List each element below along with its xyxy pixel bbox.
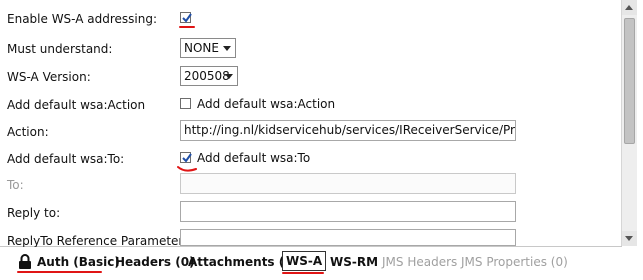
chevron-down-icon (223, 46, 231, 51)
checkmark-icon (182, 13, 192, 23)
must-understand-value: NONE (184, 41, 219, 55)
enable-wsa-label: Enable WS-A addressing: (7, 12, 158, 26)
replyto-ref-label: ReplyTo Reference Parameters: (7, 234, 194, 248)
tab-wsa[interactable]: WS-A (282, 251, 327, 271)
add-to-checkbox-label[interactable]: Add default wsa:To (197, 151, 310, 165)
scroll-down-button[interactable] (622, 231, 637, 246)
vertical-scrollbar[interactable] (621, 0, 637, 246)
scroll-thumb[interactable] (624, 18, 635, 144)
must-understand-label: Must understand: (7, 42, 113, 56)
wsa-settings-panel: Enable WS-A addressing: Must understand:… (0, 0, 622, 248)
reply-to-input[interactable] (180, 201, 516, 222)
arrow-up-icon (625, 5, 633, 10)
add-to-checkbox[interactable] (180, 152, 192, 163)
arrow-down-icon (625, 236, 633, 241)
to-input[interactable] (180, 173, 516, 194)
action-input[interactable]: http://ing.nl/kidservicehub/services/IRe… (180, 120, 516, 141)
wsa-version-select[interactable]: 200508 (180, 66, 238, 86)
checkmark-icon (182, 153, 192, 163)
red-underline-annotation (179, 26, 195, 28)
chevron-down-icon (225, 74, 233, 79)
scroll-up-button[interactable] (622, 0, 637, 15)
replyto-ref-input[interactable] (180, 229, 516, 246)
tab-auth[interactable]: Auth (Basic) (37, 255, 120, 269)
add-action-checkbox[interactable] (180, 98, 191, 109)
add-to-label: Add default wsa:To: (7, 152, 125, 166)
action-label: Action: (7, 125, 49, 139)
add-action-checkbox-label[interactable]: Add default wsa:Action (197, 97, 335, 111)
red-underline-annotation (282, 272, 324, 274)
bottom-tab-bar: Auth (Basic) Headers (0) Attachments (0)… (0, 247, 643, 280)
add-action-label: Add default wsa:Action (7, 98, 146, 112)
lock-icon (19, 254, 31, 269)
tab-jms-properties[interactable]: JMS Properties (0) (461, 255, 568, 269)
enable-wsa-checkbox[interactable] (180, 12, 192, 23)
wsa-version-label: WS-A Version: (7, 70, 91, 84)
reply-to-label: Reply to: (7, 206, 61, 220)
must-understand-select[interactable]: NONE (180, 38, 236, 58)
red-underline-annotation (17, 271, 102, 273)
tab-wsrm[interactable]: WS-RM (330, 255, 378, 269)
wsa-version-value: 200508 (184, 69, 230, 83)
tab-headers[interactable]: Headers (0) (115, 255, 195, 269)
tab-jms-headers[interactable]: JMS Headers (382, 255, 457, 269)
to-label: To: (7, 178, 24, 192)
